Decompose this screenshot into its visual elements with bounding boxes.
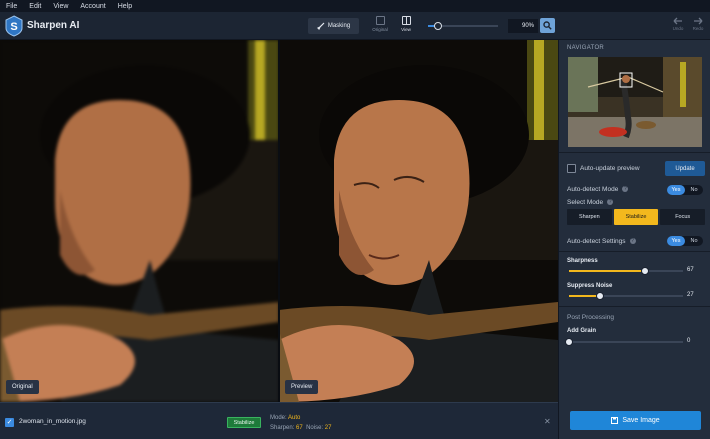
zoom-slider-knob[interactable]: [434, 22, 442, 30]
menu-help[interactable]: Help: [118, 3, 132, 10]
magnifier-icon: [543, 21, 552, 30]
select-mode-row: Select Mode?: [567, 199, 614, 206]
svg-text:S: S: [10, 21, 17, 33]
split-divider[interactable]: [278, 40, 280, 402]
undo-button[interactable]: Undo: [669, 17, 687, 31]
original-view-label: Original: [372, 27, 388, 32]
divider: [559, 306, 710, 307]
toolbar: S Sharpen AI Masking Original View 90% U…: [0, 12, 710, 40]
view-button[interactable]: View: [395, 16, 417, 32]
mode-selector: Sharpen Stabilize Focus: [567, 209, 706, 225]
redo-label: Redo: [692, 26, 704, 31]
save-image-label: Save Image: [622, 417, 660, 424]
auto-detect-settings-row: Auto-detect Settings?: [567, 238, 636, 245]
navigator-photo: [568, 57, 702, 147]
menu-bar: File Edit View Account Help: [0, 0, 710, 12]
masking-button[interactable]: Masking: [308, 18, 359, 34]
undo-label: Undo: [672, 26, 684, 31]
original-pane[interactable]: [0, 40, 279, 402]
menu-account[interactable]: Account: [80, 3, 105, 10]
sharpness-slider[interactable]: [569, 267, 683, 275]
file-checkbox[interactable]: ✓: [5, 418, 14, 427]
mode-badge: Stabilize: [227, 417, 261, 428]
sharpen-value: 67: [296, 425, 303, 431]
settings-panel: NAVIGATOR Auto-update preview Update Aut…: [558, 40, 710, 439]
menu-file[interactable]: File: [6, 3, 17, 10]
sharpness-slider-fill: [569, 270, 646, 272]
preview-photo: [279, 40, 558, 402]
sharpness-slider-knob[interactable]: [641, 267, 650, 275]
auto-detect-settings-toggle[interactable]: Yes No: [667, 236, 703, 246]
redo-button[interactable]: Redo: [689, 17, 707, 31]
sharpness-label: Sharpness: [567, 258, 598, 264]
help-icon[interactable]: ?: [607, 199, 614, 206]
preview-pane[interactable]: [279, 40, 558, 402]
add-grain-value: 0: [687, 338, 691, 344]
auto-detect-mode-label: Auto-detect Mode: [567, 186, 619, 193]
file-bar: ✓ 2woman_in_motion.jpg Stabilize Mode: A…: [0, 402, 558, 439]
menu-view[interactable]: View: [53, 3, 68, 10]
redo-icon: [694, 17, 703, 25]
help-icon[interactable]: ?: [622, 186, 629, 193]
divider: [559, 251, 710, 252]
auto-detect-mode-toggle[interactable]: Yes No: [667, 185, 703, 195]
help-icon[interactable]: ?: [629, 238, 636, 245]
file-name: 2woman_in_motion.jpg: [19, 418, 86, 425]
sharpen-label: Sharpen:: [270, 425, 295, 431]
app-logo-icon: S: [5, 15, 23, 37]
suppress-noise-slider[interactable]: [569, 292, 683, 300]
original-view-button[interactable]: Original: [369, 16, 391, 32]
auto-detect-mode-row: Auto-detect Mode?: [567, 186, 629, 193]
file-settings-summary: Mode: Auto Sharpen: 67 Noise: 27: [270, 413, 331, 433]
add-grain-label: Add Grain: [567, 328, 597, 334]
mode-stabilize-button[interactable]: Stabilize: [613, 209, 659, 225]
original-label: Original: [6, 380, 39, 394]
add-grain-slider[interactable]: [565, 338, 683, 346]
suppress-noise-value: 27: [687, 292, 694, 298]
post-processing-label: Post Processing: [567, 314, 614, 321]
auto-detect-mode-yes[interactable]: Yes: [667, 185, 685, 195]
update-button[interactable]: Update: [665, 161, 705, 176]
original-photo: [0, 40, 279, 402]
noise-value: 27: [324, 425, 332, 431]
select-mode-label: Select Mode: [567, 199, 604, 206]
navigator-title: NAVIGATOR: [567, 45, 605, 51]
remove-file-icon[interactable]: ✕: [544, 417, 551, 426]
zoom-slider[interactable]: [428, 22, 498, 30]
auto-detect-settings-yes[interactable]: Yes: [667, 236, 685, 246]
mode-focus-button[interactable]: Focus: [660, 209, 706, 225]
auto-update-checkbox[interactable]: [567, 164, 576, 173]
suppress-noise-label: Suppress Noise: [567, 283, 613, 289]
auto-detect-settings-label: Auto-detect Settings: [567, 238, 626, 245]
zoom-button[interactable]: [540, 18, 555, 33]
suppress-noise-slider-knob[interactable]: [595, 292, 604, 300]
undo-icon: [673, 17, 682, 25]
auto-detect-mode-no[interactable]: No: [685, 185, 703, 195]
image-viewer[interactable]: Original Preview: [0, 40, 558, 402]
divider: [559, 152, 710, 153]
mode-value: Auto: [288, 415, 301, 421]
brush-icon: [316, 22, 325, 30]
noise-label: Noise:: [306, 425, 324, 431]
sharpness-value: 67: [687, 267, 694, 273]
auto-detect-settings-no[interactable]: No: [685, 236, 703, 246]
split-view-icon: [401, 16, 411, 25]
zoom-input[interactable]: 90%: [508, 19, 538, 33]
navigator-thumbnail[interactable]: [568, 57, 702, 147]
auto-update-label: Auto-update preview: [580, 165, 640, 172]
masking-label: Masking: [327, 23, 351, 29]
save-icon: [611, 417, 619, 424]
preview-label: Preview: [285, 380, 319, 394]
save-image-button[interactable]: Save Image: [570, 411, 701, 430]
mode-label: Mode:: [270, 415, 287, 421]
add-grain-slider-knob[interactable]: [565, 338, 573, 346]
menu-edit[interactable]: Edit: [29, 3, 41, 10]
mode-sharpen-button[interactable]: Sharpen: [567, 209, 612, 225]
app-title: Sharpen AI: [27, 20, 80, 31]
image-icon: [375, 16, 385, 25]
view-label: View: [401, 27, 411, 32]
